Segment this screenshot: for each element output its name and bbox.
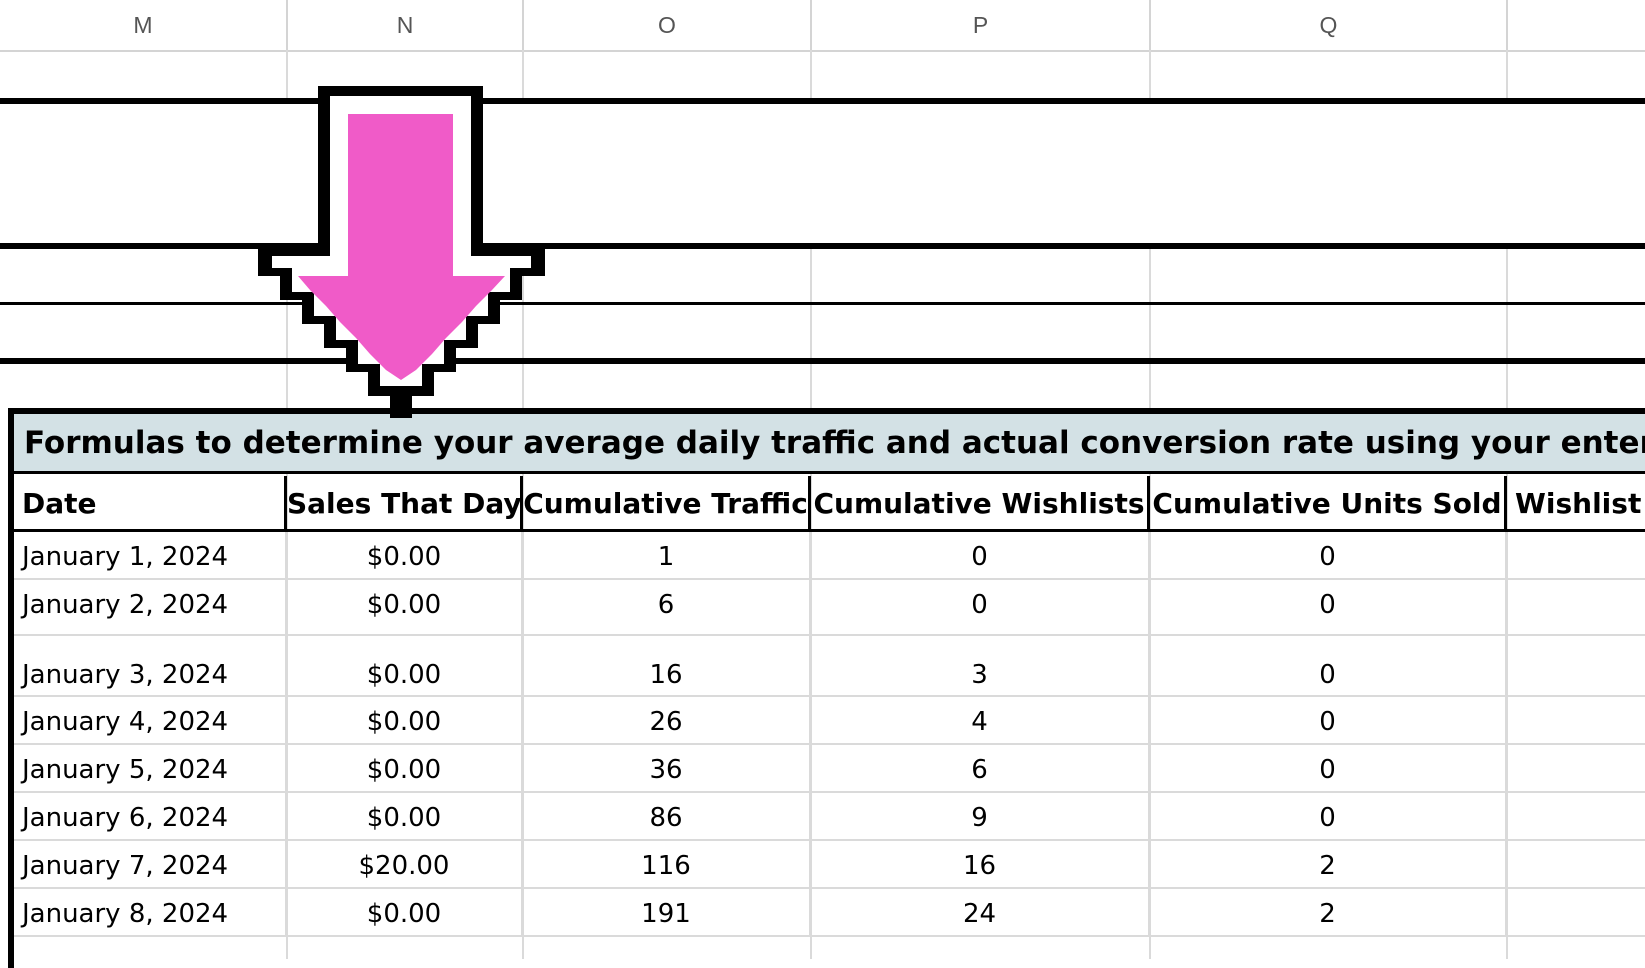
cell-wishlist-rate[interactable] (1507, 697, 1645, 743)
cell-wishlists[interactable]: 16 (811, 841, 1150, 887)
cell-wishlists[interactable]: 0 (811, 580, 1150, 634)
column-header-o[interactable]: O (524, 0, 812, 50)
cell-date[interactable]: January 5, 2024 (14, 745, 287, 791)
cell-date[interactable]: January 7, 2024 (14, 841, 287, 887)
header-sales[interactable]: Sales That Day (287, 476, 523, 529)
table-row: January 3, 2024 $0.00 16 3 0 (14, 636, 1645, 697)
cell-wishlist-rate[interactable] (1507, 841, 1645, 887)
cell-date[interactable]: January 3, 2024 (14, 636, 287, 695)
header-wishlist-rate[interactable]: Wishlist (1507, 476, 1645, 529)
table-row: January 4, 2024 $0.00 26 4 0 (14, 697, 1645, 745)
thick-border (0, 358, 1645, 364)
cell-sales[interactable]: $0.00 (287, 745, 523, 791)
thick-border (0, 243, 1645, 249)
cell-sales[interactable]: $0.00 (287, 532, 523, 578)
thick-border (0, 302, 1645, 305)
column-header-p[interactable]: P (812, 0, 1151, 50)
cell-traffic[interactable]: 86 (523, 793, 811, 839)
cell-wishlists[interactable]: 9 (811, 793, 1150, 839)
cell-units[interactable]: 0 (1150, 532, 1507, 578)
column-header-m[interactable]: M (0, 0, 288, 50)
cell-units[interactable]: 2 (1150, 889, 1507, 935)
cell-wishlist-rate[interactable] (1507, 889, 1645, 935)
cell-wishlist-rate[interactable] (1507, 580, 1645, 634)
cell-date[interactable]: January 4, 2024 (14, 697, 287, 743)
table-header-row: Date Sales That Day Cumulative Traffic C… (14, 476, 1645, 532)
cell-units[interactable]: 0 (1150, 580, 1507, 634)
cell-wishlist-rate[interactable] (1507, 636, 1645, 695)
cell-sales[interactable]: $0.00 (287, 580, 523, 634)
cell-traffic[interactable]: 16 (523, 636, 811, 695)
cell-units[interactable]: 0 (1150, 793, 1507, 839)
spreadsheet-grid[interactable]: M N O P Q Formulas to determine your ave… (0, 0, 1645, 968)
table-row: January 5, 2024 $0.00 36 6 0 (14, 745, 1645, 793)
cell-date[interactable]: January 1, 2024 (14, 532, 287, 578)
table-row-partial (14, 937, 1645, 959)
cell-wishlists[interactable]: 0 (811, 532, 1150, 578)
cell-wishlist-rate[interactable] (1507, 793, 1645, 839)
merged-blank-cell[interactable] (0, 104, 1645, 244)
header-units[interactable]: Cumulative Units Sold (1150, 476, 1507, 529)
header-date[interactable]: Date (14, 476, 287, 529)
cell-traffic[interactable]: 1 (523, 532, 811, 578)
cell-sales[interactable]: $0.00 (287, 697, 523, 743)
cell-units[interactable]: 2 (1150, 841, 1507, 887)
cell-sales[interactable]: $20.00 (287, 841, 523, 887)
column-header-n[interactable]: N (288, 0, 524, 50)
cell-wishlist-rate[interactable] (1507, 532, 1645, 578)
cell-wishlists[interactable]: 4 (811, 697, 1150, 743)
cell-date[interactable]: January 2, 2024 (14, 580, 287, 634)
cell-units[interactable]: 0 (1150, 745, 1507, 791)
cell-traffic[interactable]: 116 (523, 841, 811, 887)
column-header-r[interactable] (1508, 0, 1645, 50)
header-traffic[interactable]: Cumulative Traffic (523, 476, 811, 529)
cell-units[interactable]: 0 (1150, 697, 1507, 743)
cell-wishlists[interactable]: 3 (811, 636, 1150, 695)
cell-date[interactable]: January 8, 2024 (14, 889, 287, 935)
cell-date[interactable]: January 6, 2024 (14, 793, 287, 839)
thick-border (0, 98, 1645, 104)
cell-sales[interactable]: $0.00 (287, 793, 523, 839)
table-row: January 2, 2024 $0.00 6 0 0 (14, 580, 1645, 636)
cell-traffic[interactable]: 6 (523, 580, 811, 634)
table-row: January 8, 2024 $0.00 191 24 2 (14, 889, 1645, 937)
column-header-bar: M N O P Q (0, 0, 1645, 52)
cell-units[interactable]: 0 (1150, 636, 1507, 695)
cell-wishlists[interactable]: 24 (811, 889, 1150, 935)
cell-traffic[interactable]: 36 (523, 745, 811, 791)
cell-wishlists[interactable]: 6 (811, 745, 1150, 791)
cell-wishlist-rate[interactable] (1507, 745, 1645, 791)
cell-traffic[interactable]: 26 (523, 697, 811, 743)
table-row: January 7, 2024 $20.00 116 16 2 (14, 841, 1645, 889)
table-row: January 6, 2024 $0.00 86 9 0 (14, 793, 1645, 841)
cell-sales[interactable]: $0.00 (287, 889, 523, 935)
down-arrow-icon (258, 86, 545, 418)
table-row: January 1, 2024 $0.00 1 0 0 (14, 532, 1645, 580)
cell-traffic[interactable]: 191 (523, 889, 811, 935)
column-header-q[interactable]: Q (1151, 0, 1508, 50)
cell-sales[interactable]: $0.00 (287, 636, 523, 695)
header-wishlists[interactable]: Cumulative Wishlists (811, 476, 1150, 529)
